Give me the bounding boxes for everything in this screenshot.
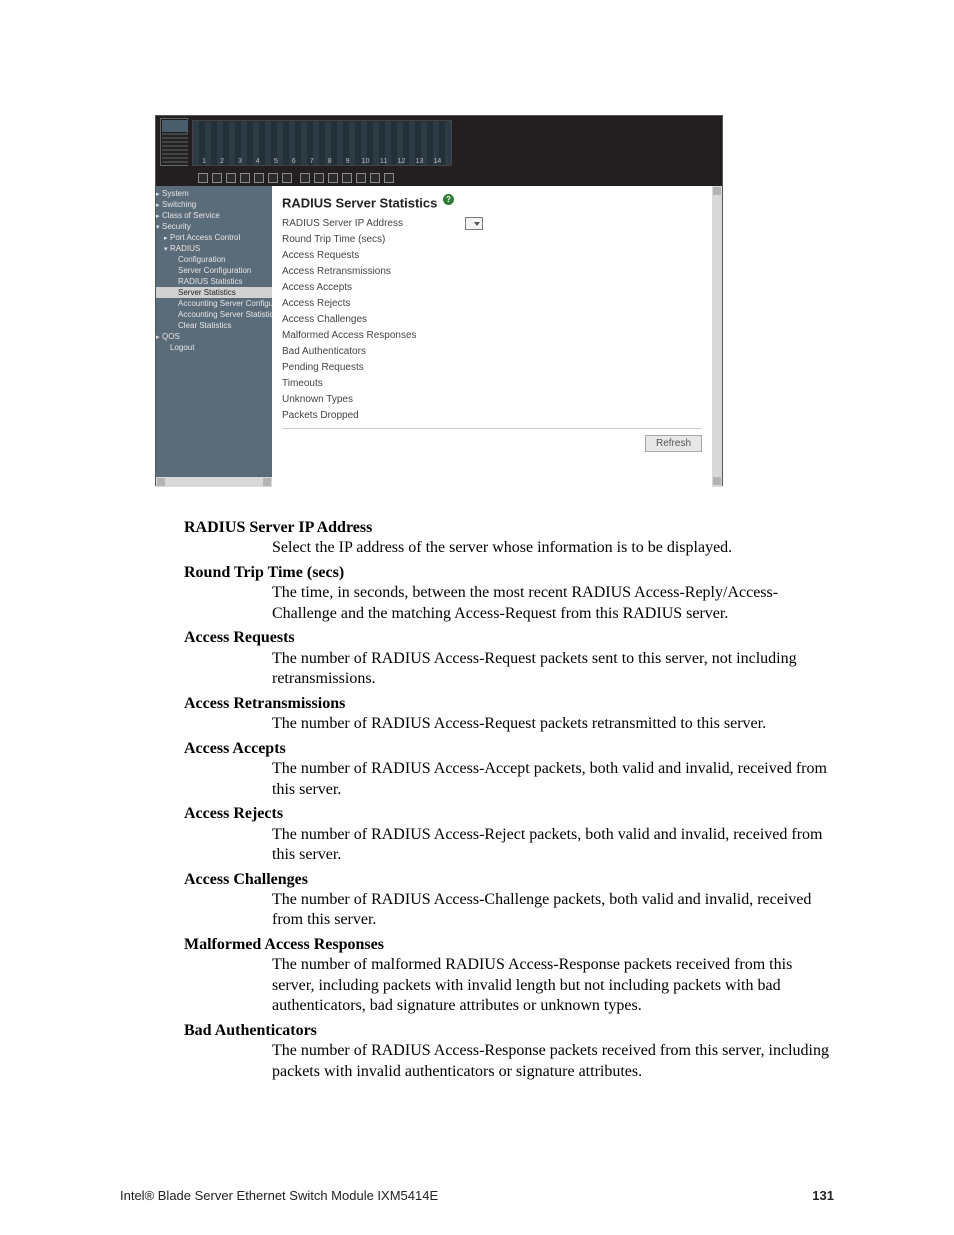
main-vertical-scrollbar[interactable] (712, 186, 722, 487)
sidebar-item-system[interactable]: System (156, 188, 272, 199)
label-unknown-types: Unknown Types (282, 392, 462, 408)
label-access-requests: Access Requests (282, 248, 462, 264)
sidebar-item-clear-statistics[interactable]: Clear Statistics (156, 320, 272, 331)
port-num: 13 (411, 158, 427, 165)
sidebar-item-security[interactable]: Security (156, 221, 272, 232)
sidebar-item-port-access-control[interactable]: Port Access Control (156, 232, 272, 243)
page-number: 131 (812, 1188, 834, 1203)
term-bad-authenticators: Bad Authenticators (184, 1021, 830, 1041)
sidebar-item-radius-statistics[interactable]: RADIUS Statistics (156, 276, 272, 287)
port-num: 8 (322, 158, 338, 165)
panel-title-text: RADIUS Server Statistics (282, 195, 437, 210)
port-num: 1 (196, 158, 212, 165)
label-access-retransmissions: Access Retransmissions (282, 264, 462, 280)
sidebar-item-class-of-service[interactable]: Class of Service (156, 210, 272, 221)
switch-device-icon (160, 118, 188, 166)
port-num: 2 (214, 158, 230, 165)
term-malformed-responses: Malformed Access Responses (184, 935, 830, 955)
sidebar-item-acct-server-stats[interactable]: Accounting Server Statistics (156, 309, 272, 320)
desc-access-requests: The number of RADIUS Access-Request pack… (272, 649, 830, 690)
row-ip-address: RADIUS Server IP Address (282, 216, 702, 232)
port-num: 3 (232, 158, 248, 165)
port-num: 9 (340, 158, 356, 165)
desc-access-rejects: The number of RADIUS Access-Reject packe… (272, 825, 830, 866)
sidebar-nav: System Switching Class of Service Securi… (156, 186, 272, 487)
panel-title: RADIUS Server Statistics ? (282, 194, 702, 210)
desc-access-accepts: The number of RADIUS Access-Accept packe… (272, 759, 830, 800)
help-icon[interactable]: ? (443, 194, 454, 205)
label-bad-authenticators: Bad Authenticators (282, 344, 462, 360)
label-pending-requests: Pending Requests (282, 360, 462, 376)
main-panel: RADIUS Server Statistics ? RADIUS Server… (272, 186, 712, 487)
sidebar-item-switching[interactable]: Switching (156, 199, 272, 210)
desc-access-challenges: The number of RADIUS Access-Challenge pa… (272, 890, 830, 931)
label-round-trip-time: Round Trip Time (secs) (282, 232, 462, 248)
sidebar-horizontal-scrollbar[interactable] (156, 477, 272, 487)
sidebar-item-acct-server-config[interactable]: Accounting Server Configuratio (156, 298, 272, 309)
divider (282, 428, 702, 429)
label-ip-address: RADIUS Server IP Address (282, 216, 462, 232)
port-num: 12 (393, 158, 409, 165)
term-ip-address: RADIUS Server IP Address (184, 518, 830, 538)
sidebar-item-server-statistics[interactable]: Server Statistics (156, 287, 272, 298)
switch-port-header: 1 2 3 4 5 6 7 8 9 10 11 12 13 14 (156, 116, 722, 186)
field-descriptions: RADIUS Server IP Address Select the IP a… (184, 514, 830, 1086)
desc-ip-address: Select the IP address of the server whos… (272, 538, 830, 558)
footer-text: Intel® Blade Server Ethernet Switch Modu… (120, 1188, 438, 1203)
sidebar-item-logout[interactable]: Logout (156, 342, 272, 353)
term-access-rejects: Access Rejects (184, 804, 830, 824)
sidebar-item-server-configuration[interactable]: Server Configuration (156, 265, 272, 276)
desc-round-trip-time: The time, in seconds, between the most r… (272, 583, 830, 624)
label-malformed-responses: Malformed Access Responses (282, 328, 462, 344)
page-footer: Intel® Blade Server Ethernet Switch Modu… (120, 1188, 834, 1203)
label-packets-dropped: Packets Dropped (282, 408, 462, 424)
sidebar-item-qos[interactable]: QOS (156, 331, 272, 342)
term-access-retransmissions: Access Retransmissions (184, 694, 830, 714)
port-num: 7 (304, 158, 320, 165)
desc-malformed-responses: The number of malformed RADIUS Access-Re… (272, 955, 830, 1016)
label-access-accepts: Access Accepts (282, 280, 462, 296)
port-num: 14 (429, 158, 445, 165)
port-num: 6 (286, 158, 302, 165)
label-timeouts: Timeouts (282, 376, 462, 392)
sidebar-item-radius[interactable]: RADIUS (156, 243, 272, 254)
port-number-row: 1 2 3 4 5 6 7 8 9 10 11 12 13 14 (196, 158, 445, 170)
port-indicator-row (196, 170, 396, 182)
desc-access-retransmissions: The number of RADIUS Access-Request pack… (272, 714, 830, 734)
ip-address-select[interactable] (465, 217, 483, 230)
desc-bad-authenticators: The number of RADIUS Access-Response pac… (272, 1041, 830, 1082)
label-access-rejects: Access Rejects (282, 296, 462, 312)
label-access-challenges: Access Challenges (282, 312, 462, 328)
port-num: 11 (376, 158, 392, 165)
term-access-challenges: Access Challenges (184, 870, 830, 890)
term-access-requests: Access Requests (184, 628, 830, 648)
refresh-button[interactable]: Refresh (645, 435, 702, 452)
port-num: 4 (250, 158, 266, 165)
port-num: 10 (358, 158, 374, 165)
sidebar-item-configuration[interactable]: Configuration (156, 254, 272, 265)
term-access-accepts: Access Accepts (184, 739, 830, 759)
admin-ui-screenshot: 1 2 3 4 5 6 7 8 9 10 11 12 13 14 (155, 115, 723, 486)
port-num: 5 (268, 158, 284, 165)
term-round-trip-time: Round Trip Time (secs) (184, 563, 830, 583)
